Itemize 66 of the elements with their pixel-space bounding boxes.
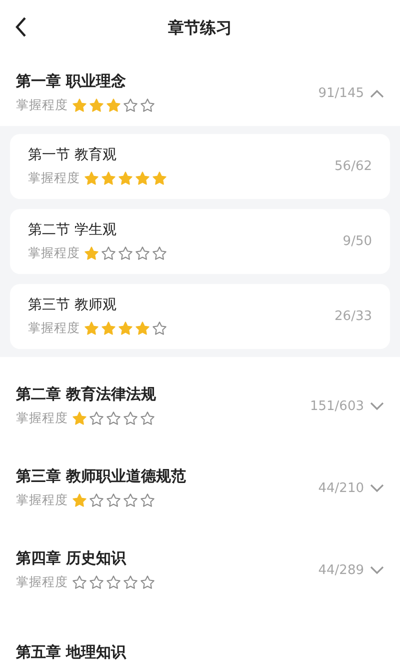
progress-count: 26/33 bbox=[334, 309, 372, 324]
filled-star-icon bbox=[152, 171, 167, 186]
empty-star-icon bbox=[123, 98, 138, 113]
section-card[interactable]: 第二节 学生观 掌握程度 9/50 bbox=[10, 209, 390, 274]
empty-star-icon bbox=[123, 493, 138, 508]
empty-star-icon bbox=[135, 246, 150, 261]
empty-star-icon bbox=[89, 575, 104, 590]
progress-count: 9/50 bbox=[342, 234, 372, 249]
mastery-label: 掌握程度 bbox=[16, 97, 68, 114]
chevron-down-icon[interactable] bbox=[370, 566, 384, 574]
chapter-title[interactable]: 第三章 教师职业道德规范 bbox=[16, 467, 186, 486]
empty-star-icon bbox=[152, 246, 167, 261]
progress-count: 91/145 bbox=[318, 86, 364, 100]
empty-star-icon bbox=[152, 321, 167, 336]
empty-star-icon bbox=[72, 575, 87, 590]
mastery-label: 掌握程度 bbox=[16, 410, 68, 427]
filled-star-icon bbox=[118, 171, 133, 186]
mastery-label: 掌握程度 bbox=[28, 170, 80, 187]
filled-star-icon bbox=[118, 321, 133, 336]
filled-star-icon bbox=[72, 411, 87, 426]
filled-star-icon bbox=[106, 98, 121, 113]
progress-count: 151/603 bbox=[310, 398, 364, 414]
empty-star-icon bbox=[123, 411, 138, 426]
empty-star-icon bbox=[106, 411, 121, 426]
empty-star-icon bbox=[123, 575, 138, 590]
filled-star-icon bbox=[135, 321, 150, 336]
empty-star-icon bbox=[89, 411, 104, 426]
empty-star-icon bbox=[140, 98, 155, 113]
filled-star-icon bbox=[101, 171, 116, 186]
mastery-label: 掌握程度 bbox=[16, 492, 68, 509]
section-title: 第二节 学生观 bbox=[28, 221, 116, 239]
empty-star-icon bbox=[101, 246, 116, 261]
progress-count: 56/62 bbox=[334, 159, 372, 174]
filled-star-icon bbox=[84, 171, 99, 186]
filled-star-icon bbox=[72, 98, 87, 113]
section-title: 第一节 教育观 bbox=[28, 146, 116, 164]
empty-star-icon bbox=[140, 411, 155, 426]
page-title: 章节练习 bbox=[168, 18, 232, 38]
empty-star-icon bbox=[140, 493, 155, 508]
chevron-down-icon[interactable] bbox=[370, 484, 384, 492]
filled-star-icon bbox=[89, 98, 104, 113]
chapter-title[interactable]: 第一章 职业理念 bbox=[16, 72, 126, 91]
chapter-title[interactable]: 第五章 地理知识 bbox=[16, 642, 126, 662]
section-card[interactable]: 第三节 教师观 掌握程度 26/33 bbox=[10, 284, 390, 349]
empty-star-icon bbox=[89, 493, 104, 508]
chapter-title[interactable]: 第四章 历史知识 bbox=[16, 549, 126, 568]
empty-star-icon bbox=[106, 575, 121, 590]
filled-star-icon bbox=[84, 321, 99, 336]
empty-star-icon bbox=[118, 246, 133, 261]
section-title: 第三节 教师观 bbox=[28, 296, 116, 314]
chevron-down-icon[interactable] bbox=[370, 402, 384, 410]
empty-star-icon bbox=[106, 493, 121, 508]
progress-count: 44/289 bbox=[318, 562, 364, 578]
filled-star-icon bbox=[101, 321, 116, 336]
empty-star-icon bbox=[140, 575, 155, 590]
filled-star-icon bbox=[72, 493, 87, 508]
chapter-title[interactable]: 第二章 教育法律法规 bbox=[16, 385, 156, 404]
mastery-label: 掌握程度 bbox=[28, 245, 80, 262]
mastery-label: 掌握程度 bbox=[28, 320, 80, 337]
progress-count: 44/210 bbox=[318, 480, 364, 496]
chevron-up-icon[interactable] bbox=[370, 88, 384, 98]
mastery-label: 掌握程度 bbox=[16, 574, 68, 591]
filled-star-icon bbox=[135, 171, 150, 186]
back-button[interactable] bbox=[14, 16, 28, 38]
section-card[interactable]: 第一节 教育观 掌握程度 56/62 bbox=[10, 134, 390, 199]
filled-star-icon bbox=[84, 246, 99, 261]
